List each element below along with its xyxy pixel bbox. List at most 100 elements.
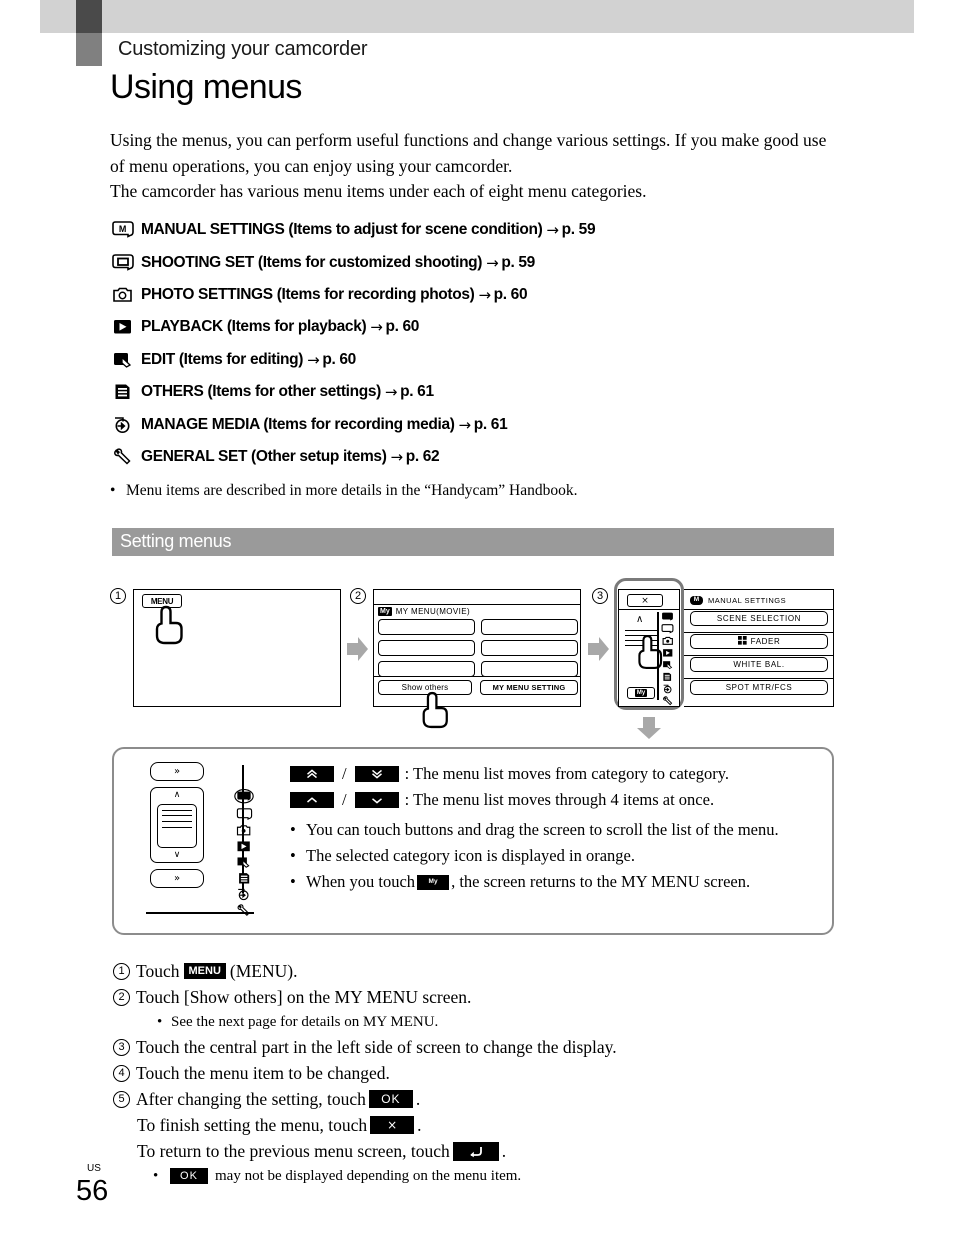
diagram-step-3-marker: 3 [592,588,608,604]
callout-bullet-3-pre: When you touch [306,872,416,891]
my-menu-slot[interactable] [481,640,578,656]
scroll-thumb[interactable] [157,804,197,848]
jump-down-button-icon[interactable] [354,766,399,782]
category-label: MANUAL SETTINGS (Items to adjust for sce… [141,221,543,239]
callout-bullet-1: • You can touch buttons and drag the scr… [290,817,810,843]
step-4-text: Touch the menu item to be changed. [136,1063,390,1083]
slash-separator: / [342,764,347,783]
shooting-set-icon[interactable] [661,624,674,634]
step-5-substep-text: may not be displayed depending on the me… [215,1168,522,1184]
show-others-button[interactable]: Show others [378,680,472,695]
category-page-ref: p. 61 [400,383,434,401]
footer-region-label: US [87,1163,101,1174]
my-menu-slot[interactable] [378,661,475,677]
chapter-tab-dark [76,0,102,33]
photo-settings-icon[interactable] [662,636,674,646]
manage-media-icon [110,414,136,436]
arrow-icon: → [370,318,383,337]
diagram-step-2-marker: 2 [350,588,366,604]
jump-up-button-icon[interactable] [290,766,334,782]
hand-pointer-icon [638,635,663,669]
scroll-down-button-icon[interactable] [354,792,399,808]
menu-item-label: FADER [750,637,781,646]
others-icon[interactable] [662,672,673,682]
my-menu-title-row: My MY MENU(MOVIE) [378,607,470,616]
my-badge-icon: My [378,607,392,616]
menu-item-fader[interactable]: FADER [690,634,828,649]
jump-up-button[interactable]: » [150,762,204,781]
category-label: EDIT (Items for editing) [141,350,304,368]
manage-media-icon[interactable] [662,684,674,694]
page-title: Using menus [110,68,302,106]
category-page-ref: p. 59 [561,221,596,239]
arrow-icon: → [458,415,472,434]
flow-arrow-down-icon [637,717,661,739]
step-4: 4 Touch the menu item to be changed. [113,1060,853,1086]
close-button-icon[interactable]: × [370,1116,415,1134]
step-number: 3 [113,1038,130,1056]
menu-button[interactable]: MENU [142,594,182,608]
menu-button-icon[interactable]: MENU [183,962,226,980]
flow-arrow-right-icon [347,637,368,661]
ok-button-icon[interactable]: OK [368,1090,413,1108]
scroll-up-caret-icon[interactable]: ∧ [151,790,203,800]
section-header-bar: Setting menus [112,528,834,556]
my-menu-slot[interactable] [481,661,578,677]
others-icon[interactable] [237,872,252,885]
menu-category-list: M MANUAL SETTINGS (Items to adjust for s… [110,214,870,473]
step-1: 1 Touch MENU (MENU). [113,958,853,984]
step-number: 1 [113,962,130,980]
step-5-line-3-post: . [501,1141,507,1161]
manual-settings-icon: M [110,219,136,241]
slash-separator: / [342,790,347,809]
edit-icon[interactable] [662,660,674,670]
arrow-icon: → [478,285,491,304]
photo-settings-icon[interactable] [236,824,252,837]
jump-down-button[interactable]: » [150,869,204,888]
hand-pointer-icon [155,605,183,645]
arrow-icon: → [546,221,559,240]
shooting-set-icon[interactable] [236,808,253,821]
edit-icon[interactable] [236,856,252,869]
bullet-dot: • [153,1168,159,1184]
step-1-text-post: (MENU). [229,961,298,981]
menu-item-scene-selection[interactable]: SCENE SELECTION [690,611,828,626]
my-menu-setting-button[interactable]: MY MENU SETTING [480,680,578,695]
my-menu-slot[interactable] [378,640,475,656]
step-2: 2 Touch [Show others] on the MY MENU scr… [113,984,853,1010]
menu-item-spot-mtr-fcs[interactable]: SPOT MTR/FCS [690,680,828,695]
menu-item-label: SPOT MTR/FCS [725,683,793,692]
back-button-icon[interactable] [452,1141,499,1161]
general-set-icon [110,446,136,468]
scroll-track[interactable]: ∧ ∨ [150,787,204,863]
my-menu-button-icon[interactable]: My [417,874,450,890]
manage-media-icon[interactable] [236,888,252,901]
handbook-note-text: Menu items are described in more details… [126,482,578,499]
close-button[interactable]: × [627,594,663,607]
my-menu-slot[interactable] [378,619,475,635]
chapter-title: Customizing your camcorder [118,38,368,60]
step-5-line-3-pre: To return to the previous menu screen, t… [137,1141,450,1161]
my-badge-icon: My [634,689,648,697]
diagram-step-1-marker: 1 [110,588,126,604]
general-set-icon[interactable] [662,696,674,706]
scroll-up-button-icon[interactable] [290,792,334,808]
category-page-ref: p. 59 [501,253,535,271]
playback-icon[interactable] [236,840,252,853]
scroll-up-caret-icon[interactable]: ∧ [636,614,643,625]
my-menu-return-button[interactable]: My [627,687,655,699]
my-menu-slot[interactable] [481,619,578,635]
playback-icon[interactable] [662,648,674,658]
step-5-text-post: . [415,1089,421,1109]
screen2-divider [374,604,580,606]
callout-scroll-panel: » ∧ ∨ » [150,762,238,910]
manual-settings-icon[interactable] [234,789,254,805]
arrow-icon: → [307,350,320,369]
bullet-dot: • [290,846,296,865]
ok-button-icon[interactable]: OK [170,1168,208,1184]
scroll-down-caret-icon[interactable]: ∨ [151,850,203,860]
manual-settings-icon[interactable] [661,612,674,622]
screen2-bottom-divider [374,676,580,678]
general-set-icon[interactable] [236,904,252,917]
menu-item-white-bal[interactable]: WHITE BAL. [690,657,828,672]
